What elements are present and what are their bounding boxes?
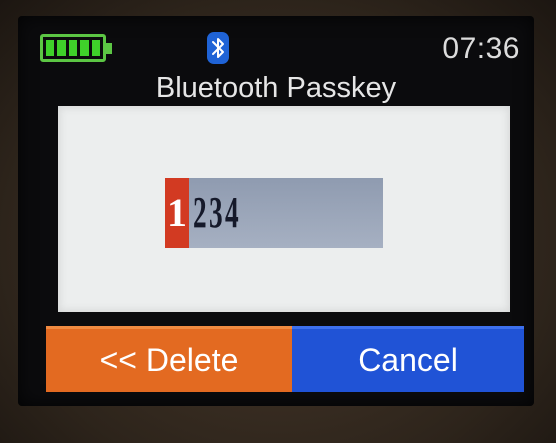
- page-title: Bluetooth Passkey: [155, 72, 397, 104]
- passkey-input[interactable]: 1 2 3 4: [165, 178, 383, 248]
- bluetooth-icon: [207, 32, 229, 64]
- passkey-digit-active[interactable]: 1: [165, 178, 189, 248]
- delete-button[interactable]: << Delete: [46, 326, 292, 392]
- clock-time: 07:36: [442, 32, 520, 65]
- device-screen: 07:36 Bluetooth Passkey 1 2 3 4 << Delet…: [18, 16, 534, 406]
- passkey-digit[interactable]: 4: [225, 178, 239, 248]
- battery-tip: [106, 43, 112, 54]
- passkey-dialog: 1 2 3 4: [58, 106, 510, 312]
- battery-full-icon: [40, 34, 106, 62]
- passkey-digit[interactable]: 3: [209, 178, 223, 248]
- passkey-digits: 2 3 4: [193, 178, 241, 248]
- passkey-digit[interactable]: 2: [193, 178, 207, 248]
- cancel-button[interactable]: Cancel: [292, 326, 524, 392]
